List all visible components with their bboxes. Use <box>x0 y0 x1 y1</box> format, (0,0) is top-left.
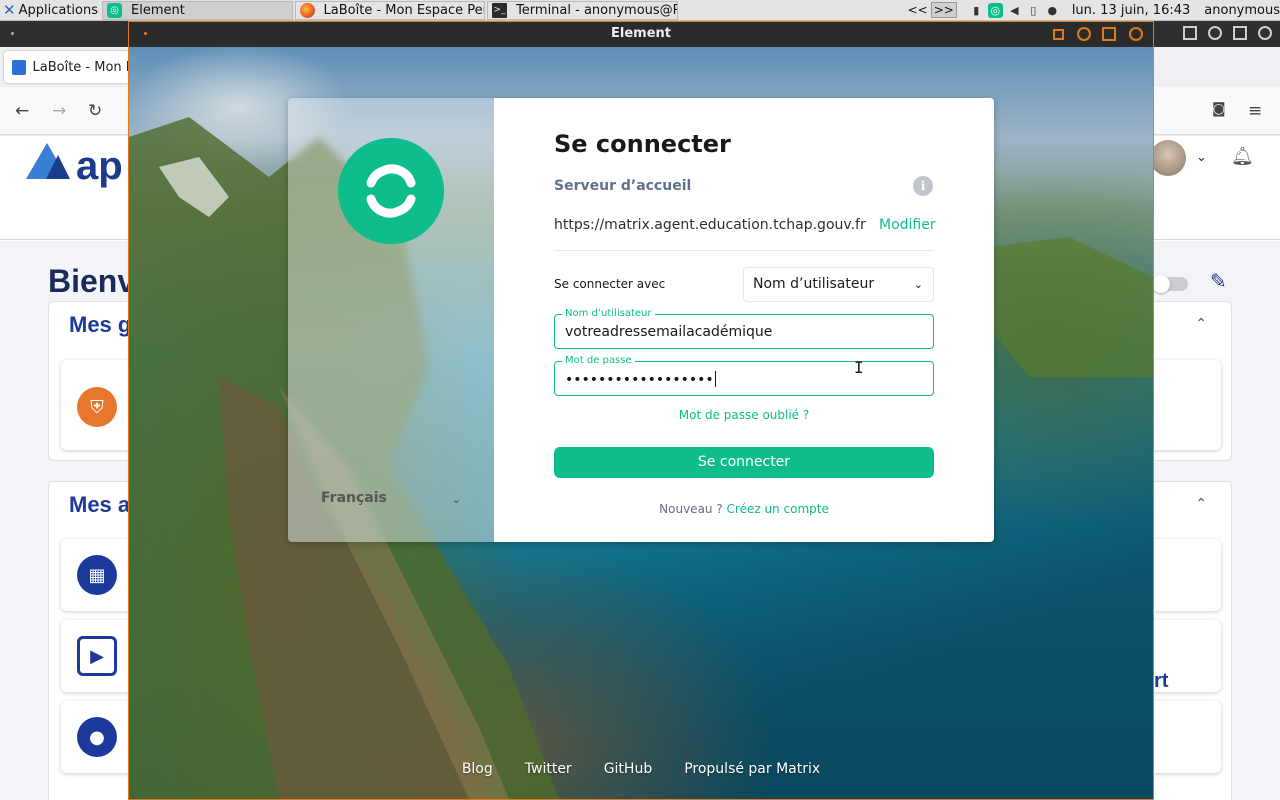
calendar-icon: ▦ <box>77 555 117 595</box>
maximize-icon[interactable] <box>1208 26 1222 40</box>
password-value-wrapper: •••••••••••••••••• <box>565 371 716 388</box>
site-logo-accent <box>46 155 70 179</box>
workspace-arrows: << >> <box>905 2 957 18</box>
top-panel: ✕ Applications ◎ Element LaBoîte - Mon E… <box>0 0 1280 21</box>
firefox-icon <box>299 2 315 18</box>
password-field-label: Mot de passe <box>562 354 635 368</box>
maximize-icon[interactable] <box>1077 27 1091 41</box>
toggle-switch[interactable] <box>1152 275 1188 293</box>
back-icon[interactable]: ← <box>15 101 29 121</box>
volume-icon[interactable]: ◀ <box>1007 3 1022 18</box>
chevron-down-icon[interactable]: ⌄ <box>1196 150 1207 165</box>
minimize-icon[interactable] <box>1053 29 1064 40</box>
tile-partial-text: rt <box>1154 670 1169 692</box>
chevron-down-icon: ⌄ <box>451 493 461 506</box>
chevron-down-icon: ⌄ <box>913 278 923 291</box>
taskbar-item-label: LaBoîte - Mon Espace Per... <box>323 2 486 18</box>
forgot-password-link[interactable]: Mot de passe oublié ? <box>554 408 934 422</box>
close-icon[interactable] <box>1258 26 1272 40</box>
avatar[interactable] <box>1150 140 1186 176</box>
apps-title: Mes a <box>69 492 131 517</box>
element-logo-icon <box>338 138 444 244</box>
pocket-icon[interactable]: ◙ <box>1212 101 1226 117</box>
next-windows-button[interactable]: >> <box>930 2 957 18</box>
login-type-value: Nom d’utilisateur <box>753 276 875 292</box>
server-label: Serveur d’accueil <box>554 178 692 194</box>
edit-pencil-icon[interactable]: ✎ <box>1210 269 1227 293</box>
window-menu-icon[interactable] <box>144 32 147 35</box>
taskbar-item-terminal[interactable]: >_ Terminal - anonymous@R... <box>487 0 678 20</box>
element-background: Français ⌄ Se connecter Serveur d’accuei… <box>129 47 1153 799</box>
battery-icon[interactable]: ▯ <box>1026 3 1041 18</box>
taskbar-item-label: Element <box>131 2 185 18</box>
applications-menu[interactable]: ✕ Applications <box>0 0 102 21</box>
browser-tab[interactable]: LaBoîte - Mon E <box>4 51 134 83</box>
notification-bell-icon[interactable]: 🔔︎ <box>1231 146 1254 167</box>
footer-link-twitter[interactable]: Twitter <box>525 761 572 777</box>
login-dialog-sidebar: Français ⌄ <box>288 98 494 542</box>
favicon-icon <box>12 59 26 75</box>
taskbar-item-label: Terminal - anonymous@R... <box>516 2 678 18</box>
signup-prompt: Nouveau ? Créez un compte <box>554 502 934 516</box>
element-window: Element Français ⌄ Se connecter Serveur … <box>128 21 1154 800</box>
element-titlebar: Element <box>129 22 1153 47</box>
footer-link-matrix[interactable]: Propulsé par Matrix <box>684 761 820 777</box>
new-user-label: Nouveau ? <box>659 502 723 516</box>
login-type-select[interactable]: Nom d’utilisateur ⌄ <box>743 267 934 302</box>
info-icon[interactable]: i <box>913 176 933 196</box>
password-field[interactable]: Mot de passe •••••••••••••••••• <box>554 354 934 396</box>
hamburger-menu-icon[interactable]: ≡ <box>1248 101 1262 121</box>
create-account-link[interactable]: Créez un compte <box>727 502 829 516</box>
footer-link-blog[interactable]: Blog <box>462 761 493 777</box>
shield-icon: ⛨ <box>77 387 117 427</box>
bell-icon[interactable]: ● <box>1045 3 1060 18</box>
terminal-icon: >_ <box>492 2 508 18</box>
password-value: •••••••••••••••••• <box>565 372 714 388</box>
video-icon: ▶ <box>77 636 117 676</box>
login-with-label: Se connecter avec <box>554 277 666 291</box>
browser-tab-label: LaBoîte - Mon E <box>32 59 135 75</box>
text-caret <box>714 371 716 387</box>
chevron-up-icon[interactable]: ⌃ <box>1195 496 1207 512</box>
edit-server-link[interactable]: Modifier <box>879 217 936 233</box>
xfce-icon: ✕ <box>3 0 16 19</box>
minimize-icon[interactable] <box>1183 26 1197 40</box>
system-tray: ▮ ◎ ◀ ▯ ● <box>969 2 1060 18</box>
taskbar-item-element[interactable]: ◎ Element <box>102 0 293 20</box>
chevron-up-icon[interactable]: ⌃ <box>1195 316 1207 332</box>
divider <box>554 250 934 251</box>
login-form: Se connecter Serveur d’accueil i https:/… <box>494 98 994 542</box>
shade-icon[interactable] <box>1102 27 1116 41</box>
username-field-label: Nom d’utilisateur <box>562 307 655 321</box>
server-url: https://matrix.agent.education.tchap.gou… <box>554 217 866 233</box>
user-menu[interactable]: anonymous <box>1204 3 1280 18</box>
user-icon: ● <box>77 717 117 757</box>
site-logo-text[interactable]: ap <box>76 144 123 189</box>
prev-windows-button[interactable]: << <box>905 2 931 18</box>
window-menu-icon[interactable] <box>11 32 14 35</box>
login-dialog: Français ⌄ Se connecter Serveur d’accuei… <box>288 98 994 542</box>
groups-title: Mes g <box>69 312 132 337</box>
clock[interactable]: lun. 13 juin, 16:43 <box>1072 3 1190 18</box>
username-field[interactable]: Nom d’utilisateur votreadressemailacadém… <box>554 307 934 349</box>
close-icon[interactable] <box>1129 27 1143 41</box>
mouse-cursor-icon: I <box>854 358 864 377</box>
reload-icon[interactable]: ↻ <box>88 101 102 121</box>
footer-links: Blog Twitter GitHub Propulsé par Matrix <box>129 761 1153 777</box>
window-title: Element <box>611 26 671 41</box>
sign-in-button[interactable]: Se connecter <box>554 447 934 478</box>
welcome-heading: Bienv <box>48 263 136 299</box>
language-selector[interactable]: Français ⌄ <box>321 490 461 506</box>
element-tray-icon[interactable]: ◎ <box>987 2 1003 18</box>
forward-icon[interactable]: → <box>52 101 66 121</box>
username-value: votreadressemailacadémique <box>565 324 773 340</box>
applications-label: Applications <box>18 2 98 18</box>
network-icon[interactable]: ▮ <box>969 3 984 18</box>
footer-link-github[interactable]: GitHub <box>604 761 653 777</box>
element-icon: ◎ <box>107 2 122 18</box>
page-title: Se connecter <box>554 130 731 158</box>
language-label: Français <box>321 490 387 506</box>
shade-icon[interactable] <box>1233 26 1247 40</box>
taskbar-item-firefox[interactable]: LaBoîte - Mon Espace Per... <box>294 0 486 20</box>
